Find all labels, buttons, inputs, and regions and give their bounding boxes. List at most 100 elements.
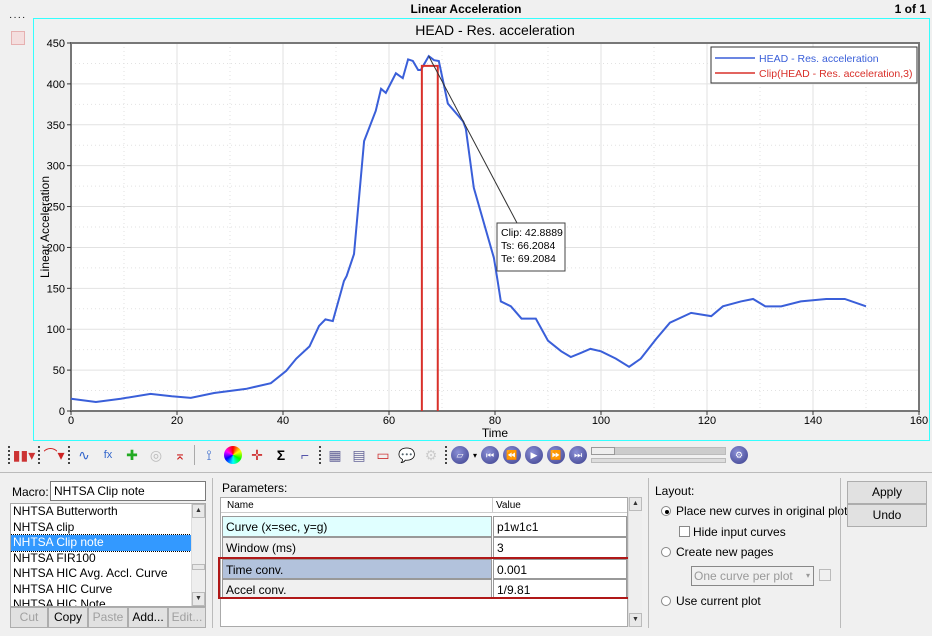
x-tick-label: 100: [592, 415, 610, 427]
scroll-down-icon[interactable]: ▼: [629, 613, 642, 627]
hide-input-label[interactable]: Hide input curves: [693, 525, 786, 539]
color-wheel-icon[interactable]: [223, 445, 243, 465]
curve-type-icon[interactable]: ⌒▾: [43, 445, 64, 465]
place-new-radio[interactable]: [661, 506, 671, 516]
separator: [648, 478, 649, 628]
annotation-text: Ts: 66.2084: [501, 240, 555, 252]
layout-label: Layout:: [655, 484, 695, 498]
fast-forward-icon[interactable]: ⏩: [547, 446, 566, 464]
param-value[interactable]: 3: [493, 537, 627, 558]
x-tick-label: 40: [277, 415, 289, 427]
scroll-down-icon[interactable]: ▼: [192, 592, 205, 606]
param-name: Curve (x=sec, y=g): [222, 516, 492, 537]
list-item[interactable]: NHTSA HIC Note: [11, 597, 205, 606]
trim-icon[interactable]: ⟟: [199, 445, 219, 465]
macro-scrollbar[interactable]: ▲ ▼: [191, 504, 205, 606]
crosshair-icon[interactable]: ✛: [247, 445, 267, 465]
last-icon[interactable]: ⏭: [569, 446, 588, 464]
y-tick-label: 350: [47, 120, 65, 132]
scroll-up-icon[interactable]: ▲: [192, 504, 205, 518]
rewind-icon[interactable]: ⏪: [503, 446, 522, 464]
y-tick-label: 100: [47, 324, 65, 336]
play-icon[interactable]: ▶: [525, 446, 544, 464]
use-current-label[interactable]: Use current plot: [676, 594, 761, 608]
y-axis-label: Linear Acceleration: [38, 176, 52, 278]
create-pages-label[interactable]: Create new pages: [676, 545, 773, 559]
macro-label: Macro:: [12, 485, 49, 499]
param-name: Window (ms): [222, 537, 492, 558]
list-item[interactable]: NHTSA Butterworth: [11, 504, 205, 520]
toolbar-divider: [194, 445, 195, 465]
parameters-label: Parameters:: [222, 481, 288, 495]
x-axis-label: Time: [482, 426, 509, 440]
annotation-text: Clip: 42.8889: [501, 227, 563, 239]
filter-icon: ◎: [149, 446, 163, 463]
window-icon: [11, 31, 25, 45]
separator: [840, 478, 841, 628]
undo-button[interactable]: Undo: [847, 504, 927, 527]
paste-button[interactable]: Paste: [88, 607, 128, 628]
y-tick-label: 450: [47, 38, 65, 50]
edit-button[interactable]: Edit...: [168, 607, 206, 628]
window-title: Linear Acceleration: [410, 2, 522, 16]
chevron-down-icon: ▾: [805, 571, 810, 580]
grid-icon[interactable]: ▦: [325, 445, 345, 465]
column-header-value[interactable]: Value: [493, 498, 627, 513]
parameters-scrollbar[interactable]: ▲ ▼: [628, 497, 642, 627]
flip-curve-icon[interactable]: ⌅: [170, 445, 190, 465]
add-button[interactable]: Add...: [128, 607, 168, 628]
y-tick-label: 300: [47, 161, 65, 173]
sigma-icon[interactable]: Σ: [271, 445, 291, 465]
plot-window[interactable]: 0 20 40 60 80 100 120 140 160 0 50 100 150 200 250 300 3…: [33, 18, 930, 441]
animation-slider[interactable]: [591, 446, 727, 464]
list-item[interactable]: NHTSA FIR100: [11, 551, 205, 567]
list-item-selected[interactable]: NHTSA Clip note: [11, 534, 192, 552]
page-icon[interactable]: ▭: [373, 445, 393, 465]
toolbar-grip: [445, 446, 447, 464]
math-curve-icon[interactable]: fx: [98, 445, 118, 465]
scroll-thumb[interactable]: [192, 564, 205, 570]
first-icon[interactable]: ⏮: [481, 446, 500, 464]
add-curve-icon[interactable]: ✚: [122, 445, 142, 465]
slider-thumb[interactable]: [591, 447, 616, 455]
toolbar-grip: [38, 446, 40, 464]
use-current-radio[interactable]: [661, 596, 671, 606]
animation-options-icon[interactable]: ▱: [451, 446, 469, 464]
step-curve-icon[interactable]: ⌐: [295, 445, 315, 465]
scroll-up-icon[interactable]: ▲: [629, 497, 642, 511]
place-new-label[interactable]: Place new curves in original plot: [676, 504, 847, 518]
drag-handle[interactable]: ····: [9, 12, 26, 23]
animation-settings-icon[interactable]: ⚙: [730, 446, 749, 464]
hide-input-checkbox[interactable]: [679, 526, 690, 537]
macro-list[interactable]: NHTSA Butterworth NHTSA clip NHTSA Clip …: [10, 503, 206, 607]
toolbar-grip: [68, 446, 70, 464]
cut-button[interactable]: Cut: [10, 607, 48, 628]
legend-entry: Clip(HEAD - Res. acceleration,3): [759, 68, 912, 80]
x-tick-label: 160: [910, 415, 928, 427]
settings-icon: ⚙: [424, 446, 438, 463]
column-header-name[interactable]: Name: [221, 498, 493, 513]
param-value[interactable]: p1w1c1: [493, 516, 627, 537]
x-tick-label: 140: [804, 415, 822, 427]
toolbar-grip: [8, 446, 10, 464]
list-item[interactable]: NHTSA clip: [11, 520, 205, 536]
histogram-icon[interactable]: ▮▮▾: [13, 445, 35, 465]
x-tick-label: 0: [68, 415, 74, 427]
create-pages-radio[interactable]: [661, 547, 671, 557]
apply-button[interactable]: Apply: [847, 481, 927, 504]
note-icon[interactable]: 💬: [397, 445, 417, 465]
y-tick-label: 50: [53, 365, 65, 377]
x-tick-label: 20: [171, 415, 183, 427]
highlight-box: [218, 557, 632, 599]
macro-input[interactable]: [50, 481, 206, 501]
copy-button[interactable]: Copy: [48, 607, 88, 628]
list-item[interactable]: NHTSA HIC Curve: [11, 582, 205, 598]
legend-icon[interactable]: ▤: [349, 445, 369, 465]
per-plot-dropdown: One curve per plot ▾: [691, 566, 814, 586]
table-curve-icon[interactable]: ∿: [74, 445, 94, 465]
annotation-text: Te: 69.2084: [501, 253, 556, 265]
legend-entry: HEAD - Res. acceleration: [759, 53, 879, 65]
page-indicator: 1 of 1: [894, 2, 926, 16]
x-tick-label: 60: [383, 415, 395, 427]
list-item[interactable]: NHTSA HIC Avg. Accl. Curve: [11, 566, 205, 582]
